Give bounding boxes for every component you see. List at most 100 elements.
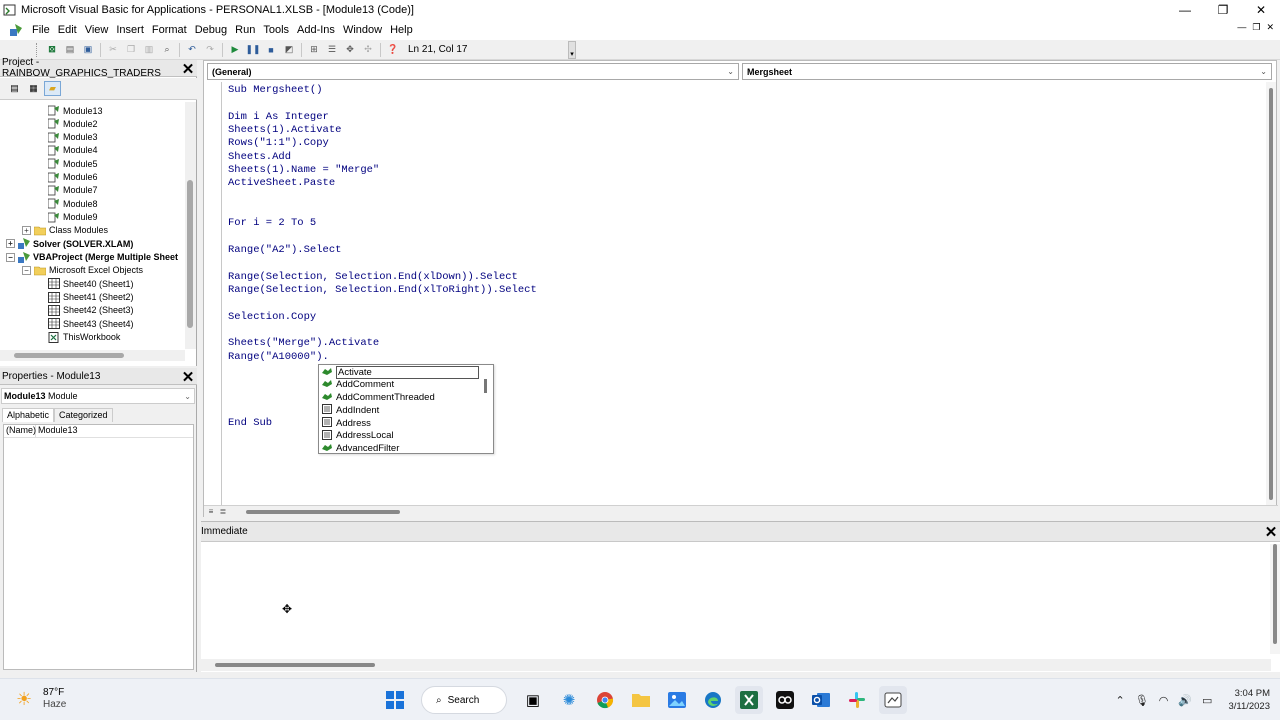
intellisense-item[interactable]: AdvancedFilter [320, 442, 399, 455]
chevron-up-icon[interactable]: ⌃ [1116, 694, 1125, 707]
menu-add-ins[interactable]: Add-Ins [293, 24, 339, 36]
code-line[interactable]: Range("A10000"). [228, 351, 329, 364]
intellisense-item[interactable]: AddCommentThreaded [320, 391, 435, 404]
mdi-restore-button[interactable]: ❐ [1252, 22, 1260, 33]
code-line[interactable]: Range(Selection, Selection.End(xlToRight… [228, 284, 537, 297]
cut-icon[interactable]: ✂ [104, 42, 122, 58]
find-icon[interactable]: ⌕ [158, 42, 176, 58]
save-icon[interactable]: ▣ [79, 42, 97, 58]
tree-item[interactable]: Module2 [48, 117, 98, 130]
tree-item[interactable]: Module7 [48, 184, 98, 197]
tree-item[interactable]: − VBAProject (Merge Multiple Sheet [6, 251, 178, 264]
code-line[interactable]: Rows("1:1").Copy [228, 137, 329, 150]
copy-icon[interactable]: ❐ [122, 42, 140, 58]
expand-icon[interactable]: + [6, 239, 15, 249]
photos-icon[interactable] [663, 686, 691, 714]
microphone-icon[interactable]: 🎙 [1135, 694, 1149, 707]
object-browser-icon[interactable]: ✥ [341, 42, 359, 58]
code-line[interactable]: Sheets.Add [228, 151, 291, 164]
immediate-horizontal-scrollbar[interactable] [201, 659, 1271, 671]
menu-tools[interactable]: Tools [259, 24, 293, 36]
reset-icon[interactable]: ■ [262, 42, 280, 58]
insert-module-icon[interactable]: ▤ [61, 42, 79, 58]
code-line[interactable]: For i = 2 To 5 [228, 217, 316, 230]
menu-format[interactable]: Format [148, 24, 191, 36]
menu-view[interactable]: View [81, 24, 113, 36]
run-icon[interactable]: ▶ [226, 42, 244, 58]
paste-icon[interactable]: ▥ [140, 42, 158, 58]
intellisense-scrollbar[interactable] [484, 379, 487, 393]
file-explorer-icon[interactable] [627, 686, 655, 714]
intellisense-item[interactable]: AddComment [320, 379, 394, 392]
help-icon[interactable]: ❓ [384, 42, 402, 58]
tree-item[interactable]: Sheet43 (Sheet4) [48, 317, 134, 330]
property-value[interactable]: Module13 [36, 425, 78, 437]
mdi-minimize-button[interactable]: — [1237, 22, 1246, 33]
clock[interactable]: 3:04 PM 3/11/2023 [1228, 687, 1270, 713]
toolbar-options-icon[interactable]: ▾ [568, 40, 576, 59]
toolbox-icon[interactable]: ✣ [359, 42, 377, 58]
intellisense-item[interactable]: Address [320, 417, 371, 430]
code-margin[interactable] [204, 82, 222, 506]
toggle-folders-icon[interactable]: ▰ [44, 81, 61, 96]
project-explorer-icon[interactable]: ⊞ [305, 42, 323, 58]
tree-item[interactable]: − Microsoft Excel Objects [22, 264, 143, 277]
intellisense-item[interactable]: Activate [320, 365, 479, 379]
chrome-icon[interactable] [591, 686, 619, 714]
view-code-icon[interactable]: ▤ [6, 81, 23, 96]
properties-object-select[interactable]: Module13 Module ⌄ [1, 388, 195, 404]
excel-icon[interactable] [735, 686, 763, 714]
tree-item[interactable]: Sheet40 (Sheet1) [48, 277, 134, 290]
tree-item[interactable]: Module3 [48, 131, 98, 144]
tree-item[interactable]: Module8 [48, 197, 98, 210]
wifi-icon[interactable]: ◠ [1159, 694, 1169, 707]
property-row[interactable]: (Name) Module13 [4, 425, 193, 438]
immediate-vertical-scrollbar[interactable] [1270, 544, 1280, 654]
tree-item[interactable]: Sheet42 (Sheet3) [48, 304, 134, 317]
menu-window[interactable]: Window [339, 24, 386, 36]
properties-close-icon[interactable]: ✕ [179, 368, 197, 386]
minimize-button[interactable]: — [1166, 0, 1204, 20]
design-mode-icon[interactable]: ◩ [280, 42, 298, 58]
tree-item[interactable]: Module4 [48, 144, 98, 157]
tree-vertical-scrollbar[interactable] [185, 102, 196, 349]
break-icon[interactable]: ❚❚ [244, 42, 262, 58]
immediate-window[interactable]: Immediate ✕ [201, 521, 1280, 672]
expand-icon[interactable]: + [22, 225, 31, 235]
snipping-tool-icon[interactable] [879, 686, 907, 714]
object-combo[interactable]: (General) ⌄ [207, 63, 739, 80]
close-button[interactable]: ✕ [1242, 0, 1280, 20]
collapse-icon[interactable]: − [6, 252, 15, 262]
tree-item[interactable]: Module6 [48, 171, 98, 184]
code-line[interactable]: Sheets(1).Name = "Merge" [228, 164, 379, 177]
code-horizontal-scrollbar[interactable]: ≡ ≣ [204, 505, 1278, 517]
menu-debug[interactable]: Debug [191, 24, 231, 36]
task-view-icon[interactable]: ▣ [519, 686, 547, 714]
widgets-icon[interactable]: ✺ [555, 686, 583, 714]
edge-icon[interactable] [699, 686, 727, 714]
tab-alphabetic[interactable]: Alphabetic [2, 408, 55, 422]
view-excel-icon[interactable]: ⊠ [43, 42, 61, 58]
mdi-close-button[interactable]: ✕ [1266, 22, 1274, 33]
procedure-combo[interactable]: Mergsheet ⌄ [742, 63, 1272, 80]
tree-horizontal-scrollbar[interactable] [0, 350, 185, 361]
tree-item[interactable]: Module5 [48, 157, 98, 170]
code-line[interactable]: Sub Mergsheet() [228, 84, 323, 97]
tree-item[interactable]: + Solver (SOLVER.XLAM) [6, 237, 133, 250]
immediate-close-icon[interactable]: ✕ [1262, 523, 1280, 541]
intellisense-item[interactable]: AddIndent [320, 404, 379, 417]
toolbar-grip[interactable] [36, 42, 39, 57]
intellisense-list[interactable]: Activate AddComment AddCommentThreaded AddI… [318, 364, 494, 454]
redo-icon[interactable]: ↷ [201, 42, 219, 58]
menu-help[interactable]: Help [386, 24, 417, 36]
tree-item[interactable]: ThisWorkbook [48, 331, 120, 344]
code-line[interactable]: Range(Selection, Selection.End(xlDown)).… [228, 271, 518, 284]
menu-file[interactable]: File [28, 24, 54, 36]
view-object-icon[interactable]: ▦ [25, 81, 42, 96]
maximize-button[interactable]: ❐ [1204, 0, 1242, 20]
tree-item[interactable]: + Class Modules [22, 224, 108, 237]
outlook-icon[interactable] [807, 686, 835, 714]
properties-window-icon[interactable]: ☰ [323, 42, 341, 58]
volume-icon[interactable]: 🔊 [1178, 694, 1192, 707]
tree-item[interactable]: Module13 [48, 104, 103, 117]
